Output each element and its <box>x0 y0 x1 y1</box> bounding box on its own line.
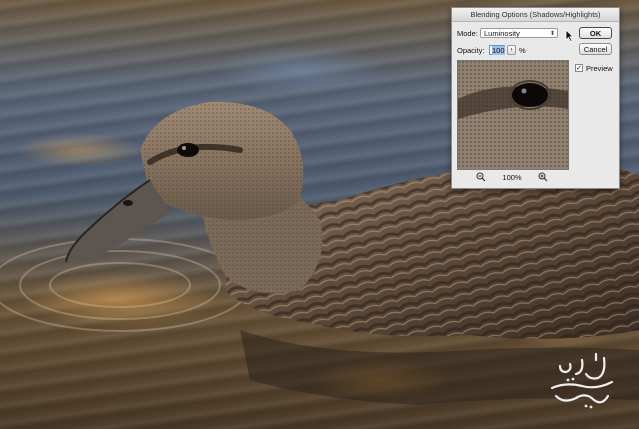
watermark-calligraphy <box>550 352 614 409</box>
preview-label: Preview <box>586 64 613 73</box>
opacity-unit: % <box>519 46 526 55</box>
zoom-level: 100% <box>502 172 522 182</box>
cancel-button[interactable]: Cancel <box>579 43 612 55</box>
opacity-value: 100 <box>492 46 505 55</box>
opacity-slider-button[interactable]: › <box>507 45 516 55</box>
chevron-right-icon: › <box>510 47 513 53</box>
opacity-input[interactable]: 100 <box>489 45 505 55</box>
checkmark-icon: ✓ <box>576 65 582 72</box>
preview-checkbox[interactable]: ✓ <box>575 64 583 72</box>
opacity-label: Opacity: <box>457 46 485 55</box>
zoom-controls: 100% <box>476 172 548 182</box>
zoom-out-icon[interactable] <box>476 172 486 182</box>
select-arrows-icon: ⬍ <box>549 31 555 37</box>
blending-options-dialog: Blending Options (Shadows/Highlights) Mo… <box>451 7 620 189</box>
zoom-in-icon[interactable] <box>538 172 548 182</box>
ok-button[interactable]: OK <box>579 27 612 39</box>
preview-thumbnail[interactable] <box>457 60 569 170</box>
mode-select-value: Luminosity <box>484 29 520 38</box>
mouse-cursor-icon <box>565 29 574 42</box>
mode-select[interactable]: Luminosity ⬍ <box>480 28 558 38</box>
preview-eye-image <box>458 61 568 169</box>
dialog-title: Blending Options (Shadows/Highlights) <box>452 8 619 22</box>
mode-label: Mode: <box>457 29 478 38</box>
watermark-logo <box>546 352 618 412</box>
